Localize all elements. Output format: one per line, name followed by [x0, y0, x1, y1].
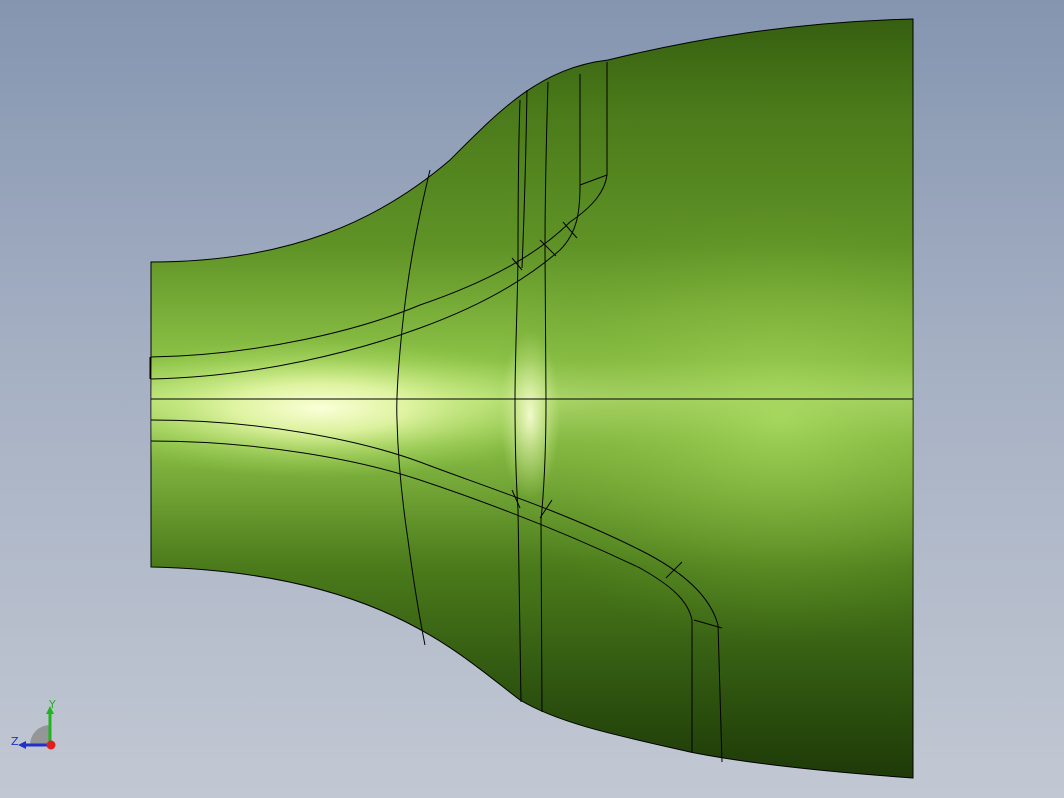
z-axis-label: Z [11, 735, 19, 748]
orientation-triad[interactable]: Y Z [8, 698, 68, 758]
triad-origin [46, 740, 56, 750]
y-axis-label: Y [49, 698, 56, 711]
nozzle-model[interactable] [0, 0, 1064, 798]
triad-graphic [18, 706, 56, 750]
triad-view-cube-quadrant [30, 725, 50, 745]
z-axis-arrowhead [18, 741, 26, 749]
graphics-viewport[interactable]: Y Z [0, 0, 1064, 798]
